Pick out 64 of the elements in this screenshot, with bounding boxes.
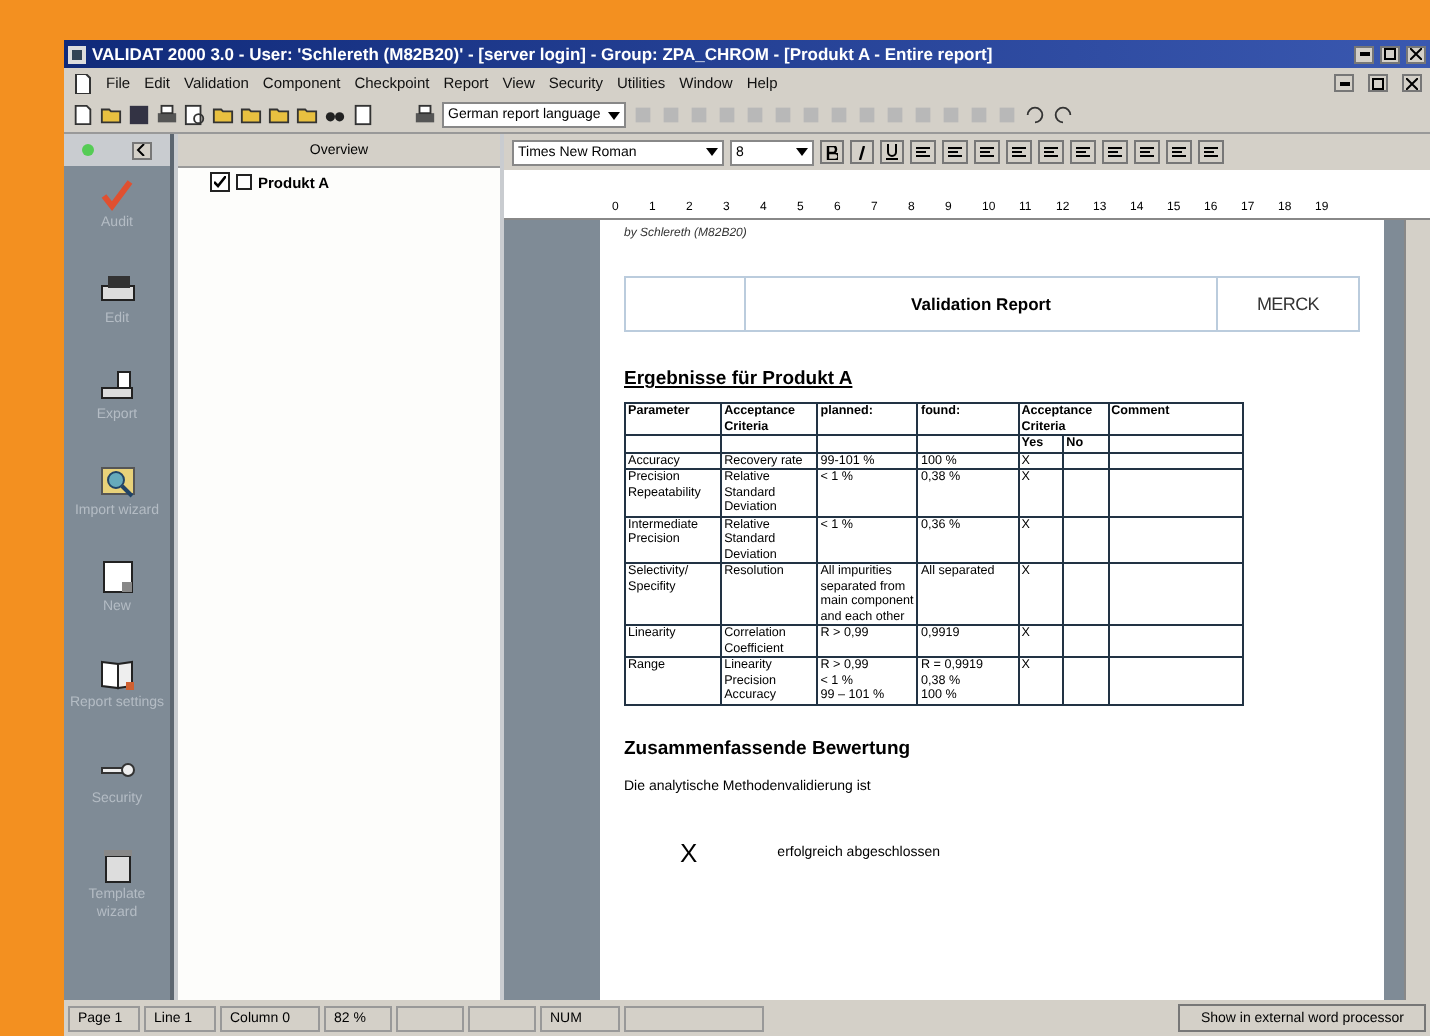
list-button[interactable] [1038,140,1064,164]
chevron-left-icon [136,144,147,156]
vertical-scrollbar[interactable] [1404,220,1430,1000]
indent-button[interactable] [1198,140,1224,164]
save-icon[interactable] [128,104,150,126]
check-icon [214,176,226,188]
minimize-button[interactable] [1334,74,1354,92]
section-heading: Ergebnisse für Produkt A [624,368,855,390]
check-icon [97,174,137,214]
window-title: VALIDAT 2000 3.0 - User: 'Schlereth (M82B20)' - [server login] - Group: ZPA_CHROM - [Produkt A - Entire report] [92,44,995,64]
italic-icon [856,145,868,159]
magnifier-folder-icon [97,462,137,502]
folder-icon[interactable] [268,104,290,126]
list-button[interactable] [1070,140,1096,164]
undo-icon[interactable] [1024,104,1047,126]
maximize-icon [1372,77,1384,89]
indent-button[interactable] [1134,140,1160,164]
folder-icon[interactable] [296,104,318,126]
underline-button[interactable] [880,140,904,164]
status-panel [468,1005,536,1031]
page-icon [97,558,137,598]
minimize-icon [1359,52,1369,56]
logo: MERCK [1256,294,1319,314]
folder-icon[interactable] [100,104,122,126]
italic-button[interactable] [850,140,874,164]
caret-icon [706,148,718,156]
status-panel [624,1005,764,1031]
result-mark: X [680,837,698,867]
minimize-button[interactable] [1354,45,1374,63]
close-button[interactable] [1402,74,1422,92]
app-icon [68,45,86,63]
align-left-icon [916,145,930,159]
report-title: Validation Report [911,294,1051,314]
document-icon [236,174,252,190]
status-dot-icon [82,144,95,156]
folder-icon[interactable] [240,104,262,126]
tree-checkbox[interactable] [210,172,230,192]
printer-icon[interactable] [156,104,178,126]
indent-button[interactable] [1102,140,1128,164]
folder-icon[interactable] [212,104,234,126]
align-right-button[interactable] [942,140,968,164]
document-icon [72,73,92,93]
close-icon [1410,48,1422,60]
align-left-button[interactable] [910,140,936,164]
justify-button[interactable] [1006,140,1032,164]
caret-icon [796,148,808,156]
collapse-button[interactable] [131,141,152,159]
underline-icon [886,144,898,160]
printer-icon[interactable] [414,104,436,126]
minimize-icon [1339,81,1349,85]
bold-button[interactable] [820,140,844,164]
indent-button[interactable] [1166,140,1192,164]
bold-icon [826,145,838,159]
document-icon[interactable] [72,104,94,126]
maximize-icon [1384,48,1396,60]
caret-icon [608,111,621,119]
page-icon[interactable] [352,104,374,126]
preview-icon[interactable] [184,104,206,126]
status-panel [396,1005,464,1031]
close-button[interactable] [1406,45,1426,63]
section-heading: Zusammenfassende Bewertung [624,737,913,759]
close-icon [1406,77,1418,89]
align-center-button[interactable] [974,140,1000,164]
redo-icon[interactable] [1052,104,1075,126]
